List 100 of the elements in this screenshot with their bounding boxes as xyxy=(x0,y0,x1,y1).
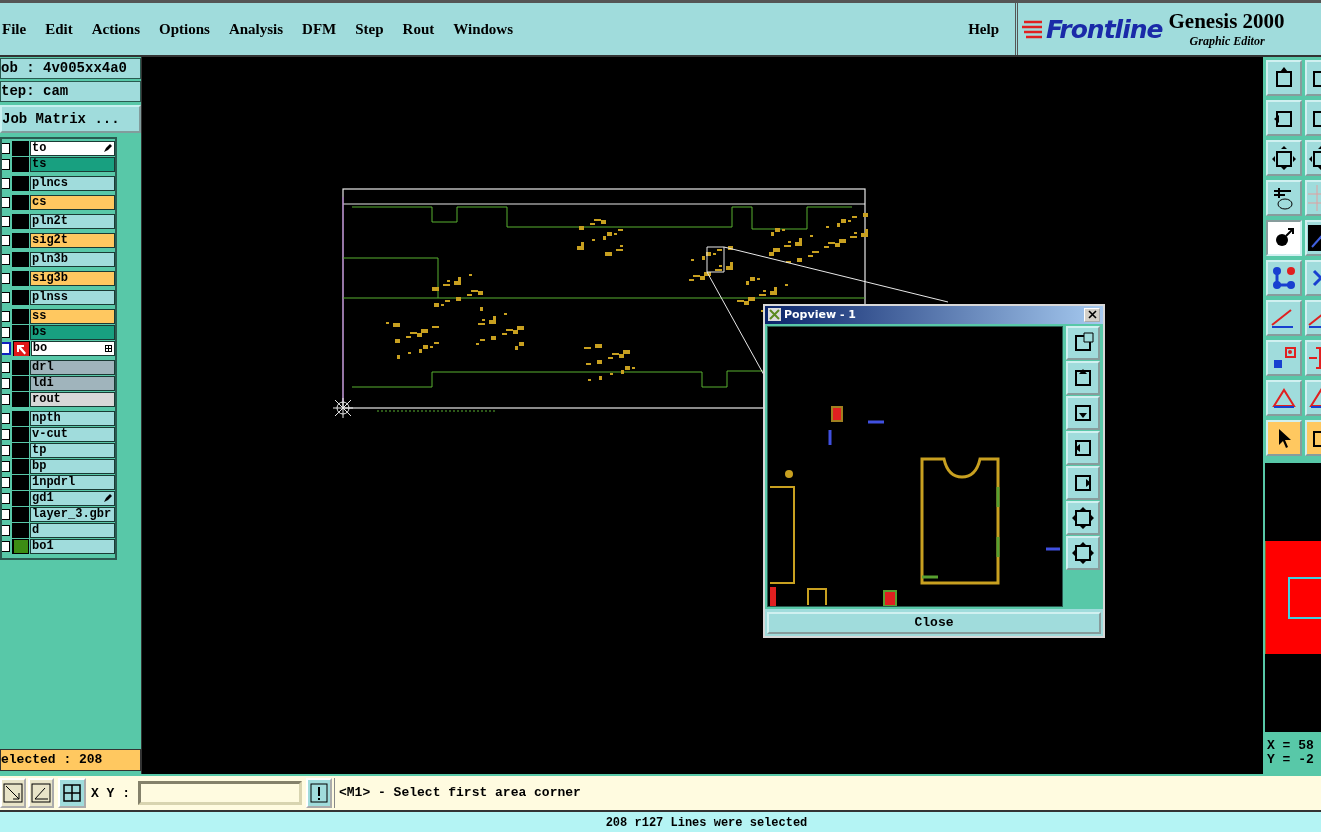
layer-checkbox[interactable] xyxy=(2,525,10,536)
layer-status-cell xyxy=(12,507,29,522)
alert-button[interactable] xyxy=(306,778,332,808)
layer-checkbox[interactable] xyxy=(2,493,10,504)
view-tool-button[interactable] xyxy=(1066,325,1100,360)
layer-name[interactable]: d xyxy=(30,523,115,538)
layer-name[interactable]: rout xyxy=(30,392,115,407)
layer-name[interactable]: pln2t xyxy=(30,214,115,229)
menu-item[interactable]: File xyxy=(2,20,27,38)
layer-name[interactable]: plnss xyxy=(30,290,115,305)
layer-checkbox[interactable] xyxy=(2,429,10,440)
xy-label: X Y : xyxy=(91,785,130,801)
layer-checkbox[interactable] xyxy=(2,159,10,170)
brand-logo: Frontline xyxy=(1046,14,1163,44)
layer-status-cell xyxy=(12,475,29,490)
origin-marker-icon xyxy=(332,397,354,419)
y-coordinate: Y = -2 xyxy=(1267,753,1315,767)
tool-button[interactable] xyxy=(1266,260,1302,296)
layer-checkbox[interactable] xyxy=(2,311,10,322)
layer-checkbox[interactable] xyxy=(2,178,10,189)
tool-button[interactable] xyxy=(1266,140,1302,176)
layer-name[interactable]: ldi xyxy=(30,376,115,391)
tool-button[interactable] xyxy=(1266,60,1302,96)
layer-name[interactable]: bo1 xyxy=(30,539,115,554)
layer-checkbox[interactable] xyxy=(2,445,10,456)
selected-count: elected : 208 xyxy=(0,749,141,771)
xy-input-field[interactable] xyxy=(138,781,302,805)
layer-name[interactable]: sig2t xyxy=(30,233,115,248)
layer-name[interactable]: cs xyxy=(30,195,115,210)
layer-checkbox[interactable] xyxy=(2,413,10,424)
layer-checkbox[interactable] xyxy=(2,509,10,520)
layer-name[interactable]: bs xyxy=(30,325,115,340)
view-tool-button[interactable] xyxy=(1066,500,1100,535)
tool-button[interactable] xyxy=(1266,300,1302,336)
layer-name[interactable]: drl xyxy=(30,360,115,375)
layer-checkbox[interactable] xyxy=(2,292,10,303)
layer-checkbox[interactable] xyxy=(2,327,10,338)
nodes-icon xyxy=(1271,265,1297,291)
layer-checkbox[interactable] xyxy=(2,541,10,552)
layer-name[interactable]: plncs xyxy=(30,176,115,191)
layer-checkbox[interactable] xyxy=(2,235,10,246)
layer-checkbox[interactable] xyxy=(2,342,11,355)
layer-name[interactable]: tp xyxy=(30,443,115,458)
grid-icon xyxy=(62,783,82,803)
layer-name[interactable]: pln3b xyxy=(30,252,115,267)
menu-item[interactable]: Analysis xyxy=(228,20,284,38)
tool-button[interactable] xyxy=(1266,100,1302,136)
layer-name[interactable]: layer_3.gbr xyxy=(30,507,115,522)
help-menu[interactable]: Help xyxy=(968,20,999,38)
layer-status-cell xyxy=(12,360,29,375)
layer-name[interactable]: to xyxy=(30,141,115,156)
tool-button[interactable] xyxy=(1266,220,1302,256)
layer-name[interactable]: v-cut xyxy=(30,427,115,442)
menu-item[interactable]: Rout xyxy=(402,20,435,38)
view-tool-button[interactable] xyxy=(1066,360,1100,395)
layer-status-cell xyxy=(12,214,29,229)
view-tool-button[interactable] xyxy=(1066,535,1100,570)
layer-status-cell xyxy=(12,411,29,426)
view-tool-button[interactable] xyxy=(1066,430,1100,465)
job-matrix-button[interactable]: Job Matrix ... xyxy=(0,105,141,133)
menu-item[interactable]: Windows xyxy=(453,20,513,38)
menu-item[interactable]: Options xyxy=(159,20,210,38)
layer-checkbox[interactable] xyxy=(2,143,10,154)
view-tool-button[interactable] xyxy=(1066,465,1100,500)
view-tool-button[interactable] xyxy=(1066,395,1100,430)
layer-name[interactable]: gd1 xyxy=(30,491,115,506)
layer-status-cell xyxy=(12,459,29,474)
layer-name[interactable]: 1npdrl xyxy=(30,475,115,490)
layer-name[interactable]: ss xyxy=(30,309,115,324)
tool-button[interactable] xyxy=(1266,340,1302,376)
close-button[interactable] xyxy=(1084,307,1100,322)
close-button[interactable]: Close xyxy=(767,611,1101,634)
layer-name[interactable]: bp xyxy=(30,459,115,474)
layer-checkbox[interactable] xyxy=(2,477,10,488)
layer-name[interactable]: bo xyxy=(30,341,115,356)
layer-name[interactable]: sig3b xyxy=(30,271,115,286)
layer-status-cell xyxy=(12,176,29,191)
layer-checkbox[interactable] xyxy=(2,378,10,389)
layer-name[interactable]: ts xyxy=(30,157,115,172)
pencil-icon xyxy=(103,144,112,153)
layer-checkbox[interactable] xyxy=(2,394,10,405)
tool-button[interactable] xyxy=(1266,420,1302,456)
layer-checkbox[interactable] xyxy=(2,461,10,472)
tool-button[interactable] xyxy=(1266,380,1302,416)
layer-checkbox[interactable] xyxy=(2,362,10,373)
arrow-icon xyxy=(13,341,29,356)
menu-item[interactable]: Edit xyxy=(45,20,73,38)
layer-status-cell xyxy=(12,309,29,324)
layer-checkbox[interactable] xyxy=(2,197,10,208)
product-name: Genesis 2000 xyxy=(1168,9,1285,34)
layer-status-cell xyxy=(12,252,29,267)
layer-checkbox[interactable] xyxy=(2,216,10,227)
layer-checkbox[interactable] xyxy=(2,273,10,284)
menu-item[interactable]: Actions xyxy=(91,20,140,38)
menu-item[interactable]: DFM xyxy=(302,20,337,38)
menu-item[interactable]: Step xyxy=(355,20,384,38)
grid-icon xyxy=(105,345,112,352)
tool-button[interactable] xyxy=(1266,180,1302,216)
layer-checkbox[interactable] xyxy=(2,254,10,265)
layer-name[interactable]: npth xyxy=(30,411,115,426)
